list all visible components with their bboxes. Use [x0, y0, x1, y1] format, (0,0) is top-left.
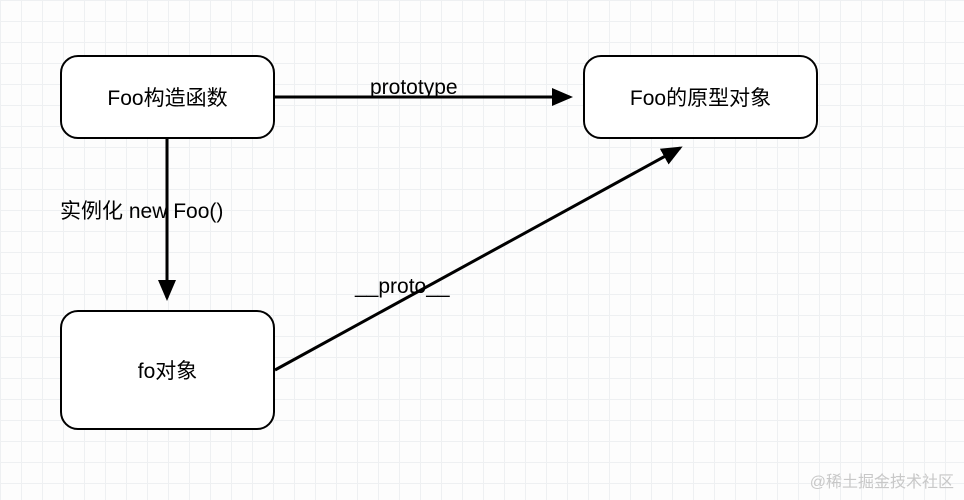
node-foo-constructor: Foo构造函数: [60, 55, 275, 139]
node-label: Foo构造函数: [107, 82, 227, 112]
edge-label-prototype: prototype: [370, 76, 458, 100]
edge-label-instantiate: 实例化 new Foo(): [60, 195, 223, 225]
node-label: Foo的原型对象: [630, 82, 771, 112]
node-label: fo对象: [138, 355, 198, 385]
edge-proto: [275, 148, 680, 370]
watermark-text: @稀土掘金技术社区: [810, 468, 954, 492]
node-fo-object: fo对象: [60, 310, 275, 430]
node-foo-prototype: Foo的原型对象: [583, 55, 818, 139]
edge-label-proto: __proto__: [355, 275, 450, 299]
